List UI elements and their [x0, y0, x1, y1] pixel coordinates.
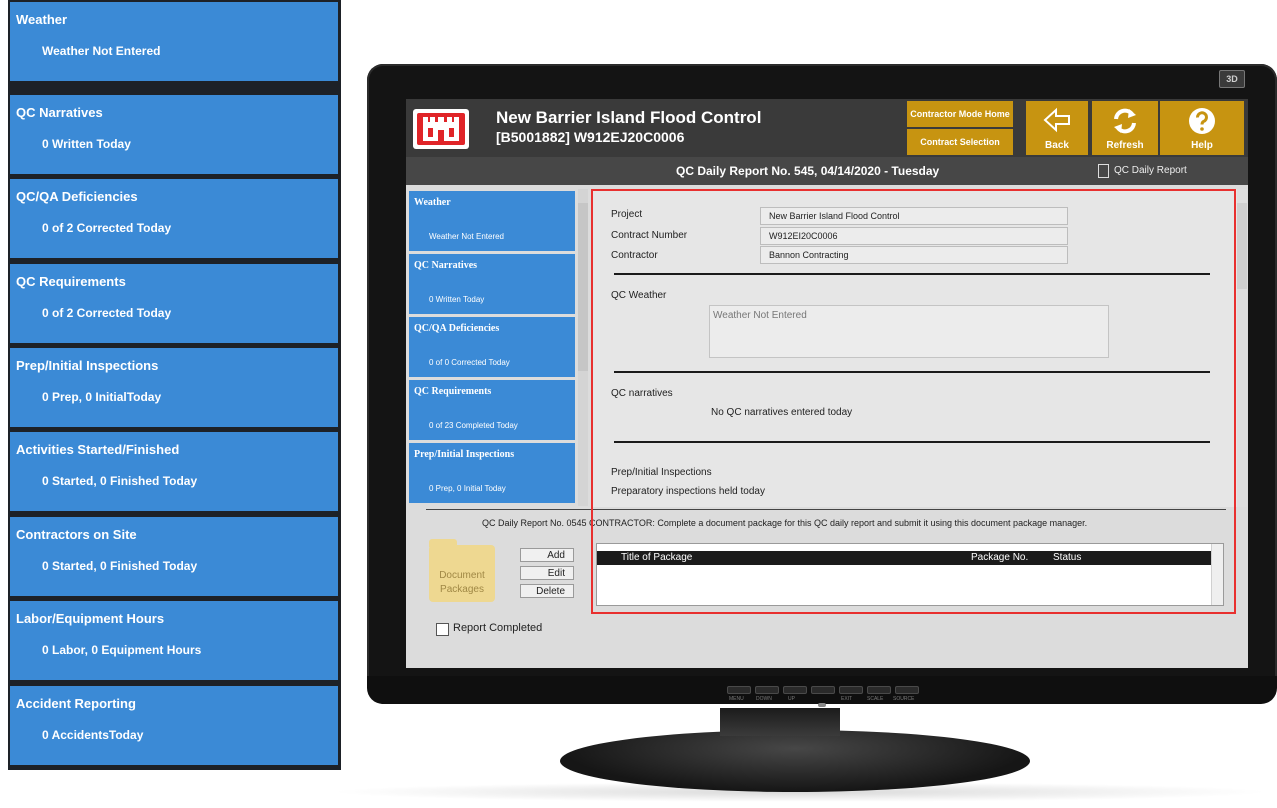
monitor-stand-base — [560, 730, 1030, 792]
tile-title: Activities Started/Finished — [16, 442, 180, 457]
nav-item-status: 0 of 23 Completed Today — [429, 421, 518, 430]
tile-contractors-on-site[interactable]: Contractors on Site 0 Started, 0 Finishe… — [10, 517, 338, 596]
document-icon — [1098, 164, 1109, 178]
back-label: Back — [1045, 140, 1069, 151]
tile-title: Contractors on Site — [16, 527, 137, 542]
refresh-button[interactable]: Refresh — [1092, 101, 1158, 155]
castle-logo-icon — [413, 109, 469, 149]
tile-labor-equipment-hours[interactable]: Labor/Equipment Hours 0 Labor, 0 Equipme… — [10, 601, 338, 680]
nav-item-qc-qa-deficiencies[interactable]: QC/QA Deficiencies 0 of 0 Corrected Toda… — [409, 317, 575, 380]
refresh-label: Refresh — [1106, 140, 1144, 151]
tile-status: 0 Written Today — [42, 137, 131, 151]
tile-status: 0 Prep, 0 InitialToday — [42, 390, 162, 404]
nav-item-title: QC/QA Deficiencies — [414, 323, 500, 334]
tile-qc-qa-deficiencies[interactable]: QC/QA Deficiencies 0 of 2 Corrected Toda… — [10, 179, 338, 258]
report-title: QC Daily Report No. 545, 04/14/2020 - Tu… — [676, 164, 940, 178]
tile-qc-narratives[interactable]: QC Narratives 0 Written Today — [10, 95, 338, 174]
castle-logo-inner — [417, 113, 465, 145]
report-completed-checkbox[interactable] — [436, 623, 449, 636]
report-nav: Weather Weather Not Entered QC Narrative… — [409, 191, 577, 506]
document-packages-label: Document Packages — [429, 569, 495, 597]
nav-item-title: Prep/Initial Inspections — [414, 449, 515, 460]
back-arrow-icon — [1043, 107, 1070, 133]
nav-item-prep-initial-inspections[interactable]: Prep/Initial Inspections 0 Prep, 0 Initi… — [409, 443, 575, 506]
nav-item-title: Weather — [414, 197, 451, 208]
nav-item-qc-requirements[interactable]: QC Requirements 0 of 23 Completed Today — [409, 380, 575, 443]
tile-activities-started-finished[interactable]: Activities Started/Finished 0 Started, 0… — [10, 432, 338, 511]
tile-status: 0 Started, 0 Finished Today — [42, 559, 198, 573]
tile-status: Weather Not Entered — [42, 44, 161, 58]
project-title: New Barrier Island Flood Control — [496, 108, 762, 127]
nav-item-status: Weather Not Entered — [429, 232, 505, 241]
folder-label-line-2: Packages — [440, 584, 484, 595]
nav-item-qc-narratives[interactable]: QC Narratives 0 Written Today — [409, 254, 575, 317]
menu-key-label: MENU — [729, 696, 744, 702]
delete-package-button[interactable]: Delete — [520, 584, 574, 598]
source-key-label: SOURCE — [893, 696, 915, 702]
nav-item-title: QC Narratives — [414, 260, 478, 271]
contractor-mode-home-button[interactable]: Contractor Mode Home — [907, 101, 1013, 127]
tile-weather[interactable]: Weather Weather Not Entered — [10, 2, 338, 81]
help-button[interactable]: Help — [1160, 101, 1244, 155]
nav-scroll-thumb[interactable] — [578, 203, 588, 371]
exit-key[interactable] — [839, 686, 863, 694]
down-key[interactable] — [755, 686, 779, 694]
qc-daily-report-link[interactable]: QC Daily Report — [1114, 165, 1187, 176]
tile-title: QC/QA Deficiencies — [16, 189, 138, 204]
tile-title: Weather — [16, 12, 68, 27]
report-completed-label: Report Completed — [453, 622, 543, 634]
tile-title: QC Narratives — [16, 105, 103, 120]
edit-package-button[interactable]: Edit — [520, 566, 574, 580]
monitor-controls: MENU DOWN UP EXIT SCALE SOURCE — [727, 686, 927, 706]
tile-status: 0 Labor, 0 Equipment Hours — [42, 643, 202, 657]
tile-status: 0 Started, 0 Finished Today — [42, 474, 198, 488]
menu-key[interactable] — [727, 686, 751, 694]
up-key[interactable] — [783, 686, 807, 694]
tile-qc-requirements[interactable]: QC Requirements 0 of 2 Corrected Today — [10, 264, 338, 343]
castle-icon — [423, 117, 459, 141]
power-led — [818, 703, 826, 707]
exit-key-label: EXIT — [841, 696, 853, 702]
add-package-button[interactable]: Add — [520, 548, 574, 562]
tile-status: 0 of 2 Corrected Today — [42, 221, 172, 235]
project-subtitle: [B5001882] W912EJ20C0006 — [496, 129, 685, 145]
help-label: Help — [1191, 140, 1213, 151]
refresh-icon — [1114, 108, 1136, 134]
down-key-label: DOWN — [756, 696, 772, 702]
app-header: New Barrier Island Flood Control [B50018… — [406, 99, 1248, 157]
back-button[interactable]: Back — [1026, 101, 1088, 155]
up-key-label: UP — [788, 696, 795, 702]
nav-item-title: QC Requirements — [414, 386, 492, 397]
tile-title: Accident Reporting — [16, 696, 136, 711]
tile-title: QC Requirements — [16, 274, 126, 289]
tile-status: 0 AccidentsToday — [42, 728, 144, 742]
scale-key[interactable] — [867, 686, 891, 694]
tile-accident-reporting[interactable]: Accident Reporting 0 AccidentsToday — [10, 686, 338, 765]
nav-item-weather[interactable]: Weather Weather Not Entered — [409, 191, 575, 254]
nav-item-status: 0 Prep, 0 Initial Today — [429, 484, 506, 493]
highlight-box — [591, 189, 1236, 614]
tile-title: Labor/Equipment Hours — [16, 611, 165, 626]
nav-item-status: 0 of 0 Corrected Today — [429, 358, 510, 367]
left-tile-strip: Weather Weather Not Entered QC Narrative… — [8, 0, 341, 770]
scale-key-label: SCALE — [867, 696, 884, 702]
report-title-bar: QC Daily Report No. 545, 04/14/2020 - Tu… — [406, 157, 1248, 185]
monitor-stand-neck — [720, 708, 840, 736]
tile-status: 0 of 2 Corrected Today — [42, 306, 172, 320]
help-icon — [1189, 108, 1215, 134]
contract-selection-button[interactable]: Contract Selection — [907, 129, 1013, 155]
nav-item-status: 0 Written Today — [429, 295, 485, 304]
blank-key[interactable] — [811, 686, 835, 694]
tile-title: Prep/Initial Inspections — [16, 358, 159, 373]
3d-badge: 3D — [1219, 70, 1245, 88]
detail-scroll-thumb[interactable] — [1237, 203, 1247, 289]
tile-prep-initial-inspections[interactable]: Prep/Initial Inspections 0 Prep, 0 Initi… — [10, 348, 338, 427]
folder-label-line-1: Document — [439, 570, 485, 581]
source-key[interactable] — [895, 686, 919, 694]
